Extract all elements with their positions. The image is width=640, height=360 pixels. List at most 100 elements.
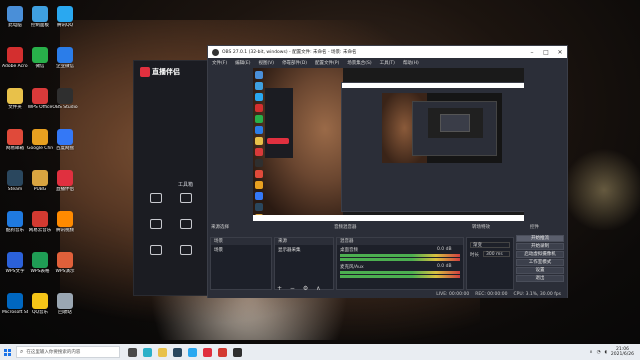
desktop-icon[interactable]: Adobe Acrobat	[2, 47, 28, 69]
desktop-icon[interactable]: Google Chrome	[27, 129, 53, 151]
desktop-icon[interactable]: 回收站	[52, 293, 78, 315]
desktop-icon-grid: 此电脑 控制面板 腾讯QQ Adobe Acrobat 微信 企业微信文件夹 WPS Off…	[0, 0, 80, 335]
desktop-icon[interactable]: 腾讯视频	[52, 211, 78, 233]
desktop-icon[interactable]: PUBG	[27, 170, 53, 192]
desktop-icon-label: 企业微信	[56, 64, 74, 69]
desktop-icon[interactable]: 控制面板	[27, 6, 53, 28]
desktop-icon[interactable]: 百度网盘	[52, 129, 78, 151]
volume-icon[interactable]: ◖	[605, 350, 607, 355]
exit-button[interactable]: 退出	[516, 275, 564, 282]
mixer-channel-db: 0.0 dB	[437, 247, 452, 252]
tool-item[interactable]	[144, 193, 168, 205]
app-icon	[7, 6, 23, 22]
desktop-icon[interactable]: QQ音乐	[27, 293, 53, 315]
menu-item[interactable]: 编辑(E)	[235, 60, 250, 66]
desktop-icon[interactable]: 酷狗音乐	[2, 211, 28, 233]
app-icon	[32, 129, 48, 145]
menu-item[interactable]: 视图(V)	[258, 60, 274, 66]
close-button[interactable]: ✕	[553, 49, 567, 56]
studio-mode-button[interactable]: 工作室模式	[516, 259, 564, 266]
desktop-icon[interactable]: 网易云音乐	[27, 211, 53, 233]
minimize-button[interactable]: –	[525, 49, 539, 56]
menu-item[interactable]: 配置文件(P)	[315, 60, 339, 66]
desktop-icon-label: 酷狗音乐	[6, 228, 24, 233]
virtual-camera-button[interactable]: 启动虚拟摄像机	[516, 251, 564, 258]
desktop-icon[interactable]: WPS Office	[27, 88, 53, 110]
file-explorer-icon[interactable]	[158, 347, 167, 357]
transition-type-select[interactable]: 渐变	[470, 242, 510, 248]
desktop-icon[interactable]: Microsoft Store	[2, 293, 28, 315]
streaming-icon[interactable]	[203, 347, 212, 357]
maximize-button[interactable]: □	[539, 49, 553, 56]
desktop-icon-label: PUBG	[33, 187, 47, 192]
desktop-icon[interactable]: 微信	[27, 47, 53, 69]
preview-icon	[255, 170, 263, 178]
desktop-icon[interactable]: 企业微信	[52, 47, 78, 69]
taskbar-clock[interactable]: 21:06 2021/6/26	[611, 347, 634, 357]
tool-item[interactable]	[174, 219, 198, 231]
qq-icon[interactable]	[188, 347, 197, 357]
scene-item[interactable]: 场景	[211, 245, 271, 255]
app-icon	[57, 47, 73, 63]
app-icon	[7, 211, 23, 227]
desktop-icon[interactable]: 网易邮箱	[2, 129, 28, 151]
dock-title-mixer: 音频混音器	[334, 225, 357, 230]
obs-icon[interactable]	[233, 347, 242, 357]
settings-button[interactable]: 设置	[516, 267, 564, 274]
start-streaming-button[interactable]: 开始推流	[516, 235, 564, 242]
menu-item[interactable]: 场景集合(S)	[347, 60, 371, 66]
desktop-icon[interactable]: 直播伴侣	[52, 170, 78, 192]
start-recording-button[interactable]: 开始录制	[516, 243, 564, 250]
mixer-meter	[340, 258, 460, 261]
app-icon	[7, 47, 23, 63]
start-button[interactable]	[0, 344, 14, 360]
tool-item[interactable]	[174, 245, 198, 257]
transitions-panel[interactable]: 渐变 时长 300 ms	[466, 237, 514, 290]
duration-label: 时长	[470, 253, 479, 258]
menu-item[interactable]: 帮助(H)	[403, 60, 419, 66]
taskbar: ⌕ 在这里输入你要搜索的内容 ∧ ◔ ◖ 21:06 2021/6/26	[0, 344, 640, 360]
duration-input[interactable]: 300 ms	[483, 251, 510, 257]
tool-item[interactable]	[144, 219, 168, 231]
desktop-icon[interactable]: 此电脑	[2, 6, 28, 28]
app-icon	[57, 252, 73, 268]
steam-icon[interactable]	[173, 347, 182, 357]
obs-preview[interactable]	[253, 68, 524, 221]
desktop-icon[interactable]: OBS Studio	[52, 88, 78, 110]
stream-app-bottom-bar	[134, 281, 212, 295]
task-view-icon[interactable]	[128, 347, 137, 357]
stream-app-logo-icon	[140, 67, 150, 77]
desktop-icon[interactable]: 文件夹	[2, 88, 28, 110]
menu-item[interactable]: 停靠部件(D)	[282, 60, 307, 66]
desktop-icon[interactable]: WPS演示	[52, 252, 78, 274]
desktop-icon[interactable]: WPS表格	[27, 252, 53, 274]
scenes-panel[interactable]: 场景 场景 + − ∧ ∨	[210, 237, 272, 299]
mixer-header: 混音器	[337, 238, 463, 245]
desktop-icon[interactable]: 腾讯QQ	[52, 6, 78, 28]
desktop-icon[interactable]: Steam	[2, 170, 28, 192]
streaming-companion-window[interactable]: 直播伴侣 工具箱	[133, 60, 213, 296]
desktop-icon-label: 此电脑	[8, 23, 22, 28]
tool-item[interactable]	[174, 193, 198, 205]
tray-chevron-icon[interactable]: ∧	[589, 350, 592, 355]
preview-icon	[255, 137, 263, 145]
desktop-icon-label: QQ音乐	[31, 310, 49, 315]
edge-icon[interactable]	[143, 347, 152, 357]
menu-item[interactable]: 文件(F)	[212, 60, 227, 66]
tool-item[interactable]	[144, 245, 168, 257]
tool-icon	[180, 193, 192, 203]
desktop-icon[interactable]: WPS文字	[2, 252, 28, 274]
desktop-icon-label: WPS文字	[5, 269, 25, 274]
taskbar-search[interactable]: ⌕ 在这里输入你要搜索的内容	[16, 346, 120, 358]
netease-music-icon[interactable]	[218, 347, 227, 357]
mixer-panel[interactable]: 混音器 桌面音频 0.0 dB 麦克风/Aux 0.0 dB	[336, 237, 464, 290]
stream-app-title: 直播伴侣	[152, 68, 180, 76]
source-item[interactable]: 显示器采集	[275, 245, 333, 255]
sources-panel[interactable]: 来源 显示器采集 + − ⚙ ∧ ∨	[274, 237, 334, 299]
stream-app-logo: 直播伴侣	[134, 61, 212, 83]
obs-titlebar[interactable]: OBS 27.0.1 (32-bit, windows) - 配置文件: 未命名…	[208, 46, 567, 58]
scenes-header: 场景	[211, 238, 271, 245]
menu-item[interactable]: 工具(T)	[380, 60, 395, 66]
obs-window[interactable]: OBS 27.0.1 (32-bit, windows) - 配置文件: 未命名…	[207, 45, 568, 299]
network-icon[interactable]: ◔	[597, 350, 601, 355]
